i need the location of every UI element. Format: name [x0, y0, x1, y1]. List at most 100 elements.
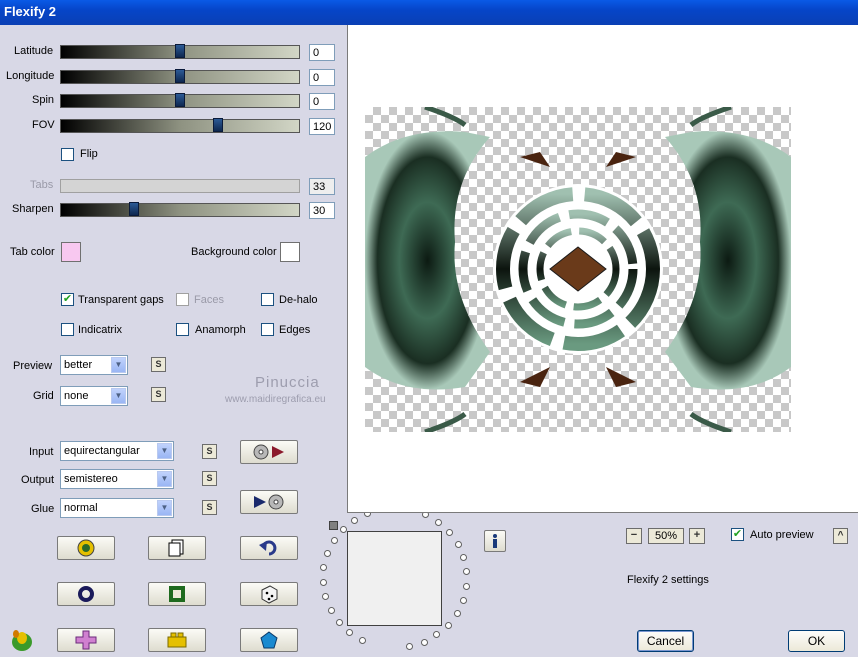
output-save-button[interactable]: S [202, 471, 217, 486]
gradient-dot[interactable] [319, 578, 327, 586]
sharpen-thumb[interactable] [129, 202, 139, 216]
spin-slider[interactable] [60, 93, 300, 108]
title-bar: Flexify 2 [0, 0, 858, 25]
zoom-in-button[interactable]: + [689, 528, 705, 544]
gradient-dot[interactable] [322, 593, 330, 601]
input-save-button[interactable]: S [202, 444, 217, 459]
sharpen-label: Sharpen [12, 203, 54, 215]
grid-select[interactable]: none ▼ [60, 386, 128, 406]
cancel-button[interactable]: Cancel [637, 630, 694, 652]
frame-button[interactable] [148, 582, 206, 606]
gradient-swatch[interactable] [347, 531, 442, 626]
chevron-down-icon[interactable]: ▼ [157, 471, 172, 487]
collapse-button[interactable]: ^ [833, 528, 848, 544]
de-halo-checkbox[interactable] [261, 293, 274, 306]
latitude-value[interactable]: 0 [309, 44, 335, 61]
longitude-slider[interactable] [60, 69, 300, 84]
copy-button[interactable] [148, 536, 206, 560]
flip-label: Flip [80, 148, 98, 160]
ring-button[interactable] [57, 582, 115, 606]
chevron-down-icon[interactable]: ▼ [157, 500, 172, 516]
disc-play-icon [253, 444, 284, 460]
output-value: semistereo [64, 473, 118, 485]
gradient-dot[interactable] [351, 516, 359, 524]
fov-thumb[interactable] [213, 118, 223, 132]
gradient-dot[interactable] [445, 528, 453, 536]
output-select[interactable]: semistereo ▼ [60, 469, 174, 489]
auto-preview-label: Auto preview [750, 529, 814, 541]
tab-color-swatch[interactable] [61, 242, 81, 262]
pentagon-button[interactable] [240, 628, 298, 652]
disc-play-button[interactable] [240, 440, 298, 464]
undo-button[interactable] [240, 536, 298, 560]
anamorph-checkbox[interactable] [176, 323, 189, 336]
spin-label: Spin [32, 94, 55, 106]
fov-value[interactable]: 120 [309, 118, 335, 135]
chevron-down-icon[interactable]: ▼ [157, 443, 172, 459]
latitude-slider[interactable] [60, 44, 300, 59]
input-select[interactable]: equirectangular ▼ [60, 441, 174, 461]
sharpen-slider[interactable] [60, 202, 300, 217]
gradient-dot[interactable] [433, 631, 441, 639]
gradient-dot[interactable] [420, 638, 428, 646]
preview-quality-label: Preview [13, 360, 53, 372]
gradient-dot[interactable] [453, 610, 461, 618]
preview-pane[interactable] [347, 25, 858, 513]
sharpen-value[interactable]: 30 [309, 202, 335, 219]
gear-button[interactable] [57, 536, 115, 560]
dice-button[interactable] [240, 582, 298, 606]
settings-label: Flexify 2 settings [627, 574, 709, 586]
gradient-dot[interactable] [463, 582, 470, 590]
flip-checkbox[interactable] [61, 148, 74, 161]
cross-button[interactable] [57, 628, 115, 652]
zoom-out-button[interactable]: − [626, 528, 642, 544]
watermark-site: www.maidiregrafica.eu [225, 394, 326, 405]
app-logo [10, 628, 34, 655]
spin-thumb[interactable] [175, 93, 185, 107]
glue-value: normal [64, 502, 98, 514]
fov-slider[interactable] [60, 118, 300, 133]
gradient-dot[interactable] [435, 518, 443, 526]
gradient-dot[interactable] [454, 540, 462, 548]
gradient-dot[interactable] [459, 596, 467, 604]
glue-select[interactable]: normal ▼ [60, 498, 174, 518]
cross-icon [75, 630, 97, 650]
gradient-dot[interactable] [463, 568, 471, 576]
grid-save-button[interactable]: S [151, 387, 166, 402]
gradient-dot[interactable] [406, 642, 414, 650]
indicatrix-checkbox[interactable] [61, 323, 74, 336]
latitude-thumb[interactable] [175, 44, 185, 58]
edges-checkbox[interactable] [261, 323, 274, 336]
gradient-dot[interactable] [330, 537, 338, 545]
tab-color-label: Tab color [10, 246, 55, 258]
gradient-dot[interactable] [444, 621, 452, 629]
gradient-dot[interactable] [339, 525, 347, 533]
info-button[interactable] [484, 530, 506, 552]
preview-quality-select[interactable]: better ▼ [60, 355, 128, 375]
glue-save-button[interactable]: S [202, 500, 217, 515]
preview-save-button[interactable]: S [151, 357, 166, 372]
brick-button[interactable] [148, 628, 206, 652]
chevron-down-icon[interactable]: ▼ [111, 357, 126, 373]
watermark-name: Pinuccia [255, 374, 320, 391]
gradient-dot[interactable] [346, 628, 354, 636]
play-disc-button[interactable] [240, 490, 298, 514]
ok-button[interactable]: OK [788, 630, 845, 652]
longitude-value[interactable]: 0 [309, 69, 335, 86]
gradient-dot[interactable] [335, 618, 343, 626]
transparent-gaps-checkbox[interactable]: ✔ [61, 293, 74, 306]
gradient-dot[interactable] [323, 550, 331, 558]
gradient-dot[interactable] [327, 606, 335, 614]
gradient-dot[interactable] [320, 564, 328, 572]
faces-checkbox [176, 293, 189, 306]
zoom-level: 50% [648, 528, 684, 544]
auto-preview-checkbox[interactable]: ✔ [731, 528, 744, 541]
gradient-handle[interactable] [329, 521, 338, 530]
background-color-swatch[interactable] [280, 242, 300, 262]
gradient-dot[interactable] [358, 636, 366, 644]
faces-label: Faces [194, 294, 224, 306]
longitude-thumb[interactable] [175, 69, 185, 83]
gradient-dot[interactable] [460, 553, 468, 561]
spin-value[interactable]: 0 [309, 93, 335, 110]
chevron-down-icon[interactable]: ▼ [111, 388, 126, 404]
